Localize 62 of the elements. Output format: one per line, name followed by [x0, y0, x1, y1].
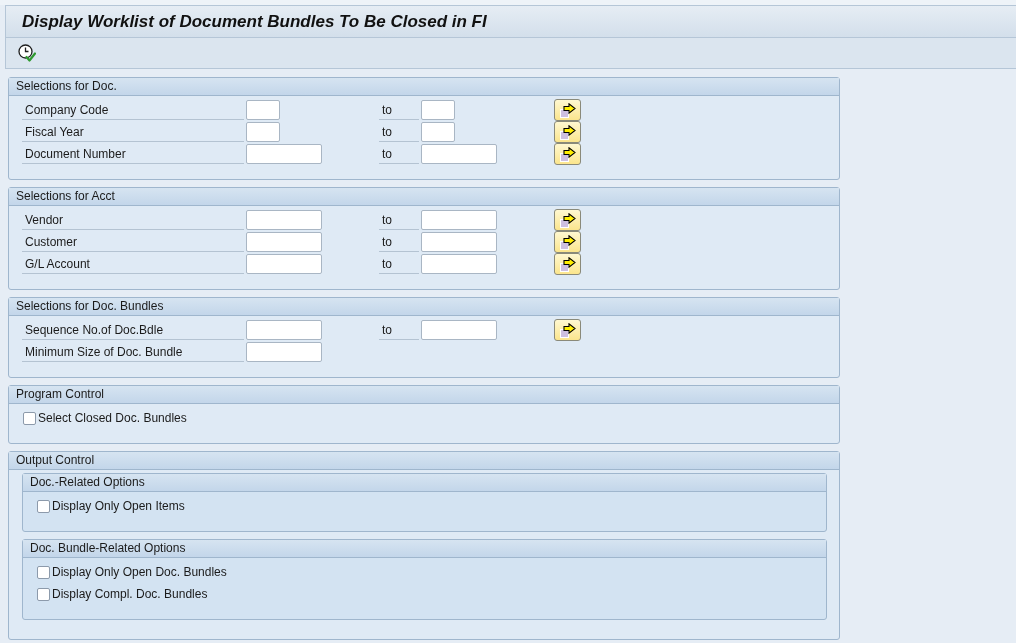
input-field[interactable] [421, 254, 497, 274]
input-field[interactable] [421, 210, 497, 230]
arrow-icon [559, 212, 576, 228]
window-title: Display Worklist of Document Bundles To Be Closed in FI [22, 10, 487, 33]
arrow-icon [559, 256, 576, 272]
field-label: Vendor [22, 210, 244, 230]
to-label: to [379, 122, 419, 142]
input-field[interactable] [246, 210, 322, 230]
field-label: Document Number [22, 144, 244, 164]
multiple-selection-button[interactable] [554, 99, 581, 121]
input-field[interactable] [246, 100, 280, 120]
to-label: to [379, 254, 419, 274]
to-label: to [379, 232, 419, 252]
arrow-icon [559, 124, 576, 140]
multiple-selection-button[interactable] [554, 143, 581, 165]
group-header: Selections for Acct [9, 188, 839, 206]
multiple-selection-button[interactable] [554, 231, 581, 253]
group-header: Selections for Doc. [9, 78, 839, 96]
checkbox[interactable] [37, 565, 50, 579]
input-field[interactable] [421, 100, 455, 120]
multiple-selection-button[interactable] [554, 319, 581, 341]
checkbox-label: Display Only Open Items [52, 498, 185, 515]
input-field[interactable] [246, 320, 322, 340]
checkbox-label: Display Compl. Doc. Bundles [52, 586, 208, 603]
multiple-selection-button[interactable] [554, 209, 581, 231]
group-header: Doc.-Related Options [23, 474, 826, 492]
field-label: Minimum Size of Doc. Bundle [22, 342, 244, 362]
input-field[interactable] [246, 254, 322, 274]
field-label: Customer [22, 232, 244, 252]
input-field[interactable] [421, 320, 497, 340]
checkbox-label: Display Only Open Doc. Bundles [52, 564, 227, 581]
to-label: to [379, 144, 419, 164]
multiple-selection-button[interactable] [554, 253, 581, 275]
to-label: to [379, 320, 419, 340]
group-header: Doc. Bundle-Related Options [23, 540, 826, 558]
input-field[interactable] [246, 342, 322, 362]
input-field[interactable] [246, 232, 322, 252]
to-label: to [379, 210, 419, 230]
arrow-icon [559, 102, 576, 118]
input-field[interactable] [246, 122, 280, 142]
input-field[interactable] [421, 144, 497, 164]
multiple-selection-button[interactable] [554, 121, 581, 143]
to-label: to [379, 100, 419, 120]
clock-check-icon [18, 44, 36, 62]
arrow-icon [559, 322, 576, 338]
execute-button[interactable] [17, 43, 37, 63]
field-label: Sequence No.of Doc.Bdle [22, 320, 244, 340]
arrow-icon [559, 234, 576, 250]
field-label: G/L Account [22, 254, 244, 274]
field-label: Fiscal Year [22, 122, 244, 142]
arrow-icon [559, 146, 576, 162]
group-header: Selections for Doc. Bundles [9, 298, 839, 316]
group-header: Program Control [9, 386, 839, 404]
group-header: Output Control [9, 452, 839, 470]
checkbox[interactable] [37, 587, 50, 601]
input-field[interactable] [246, 144, 322, 164]
checkbox-label: Select Closed Doc. Bundles [38, 410, 187, 427]
checkbox[interactable] [37, 499, 50, 513]
field-label: Company Code [22, 100, 244, 120]
checkbox[interactable] [23, 411, 36, 425]
input-field[interactable] [421, 232, 497, 252]
input-field[interactable] [421, 122, 455, 142]
